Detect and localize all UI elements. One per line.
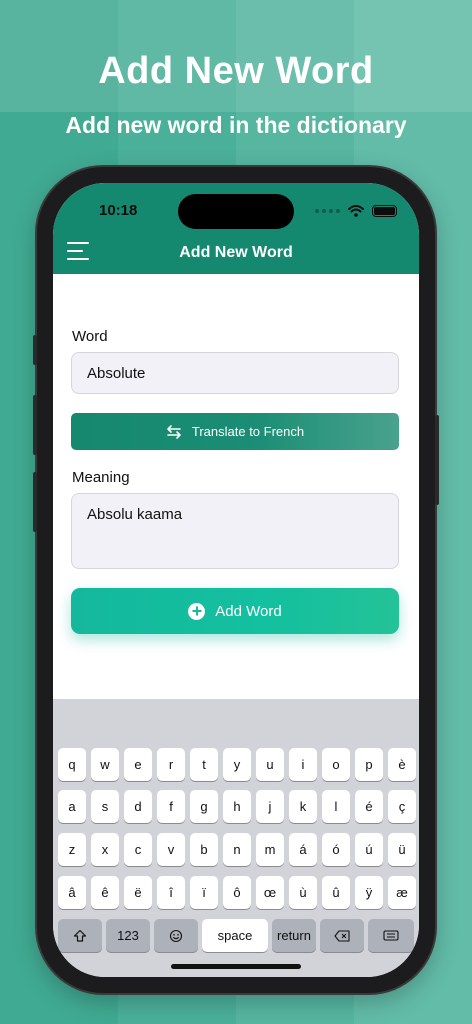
key[interactable]: ó — [322, 833, 350, 866]
add-word-button-label: Add Word — [215, 602, 282, 620]
key[interactable]: î — [157, 876, 185, 909]
add-word-button[interactable]: Add Word — [71, 588, 399, 634]
plus-circle-icon — [188, 602, 206, 620]
keyboard: q w e r t y u i o p è a s d f g h j k l … — [53, 699, 419, 977]
promo-title: Add New Word — [98, 50, 374, 92]
signal-icon — [315, 209, 340, 213]
delete-key[interactable] — [320, 919, 364, 952]
status-time: 10:18 — [99, 202, 138, 219]
status-indicators — [315, 205, 397, 217]
key[interactable]: ô — [223, 876, 251, 909]
return-key-label: return — [277, 928, 311, 943]
key[interactable]: œ — [256, 876, 284, 909]
key[interactable]: e — [124, 748, 152, 781]
phone-frame: 10:18 Add New Word Word Absolute Transla… — [33, 167, 439, 993]
key[interactable]: s — [91, 790, 119, 823]
hide-keyboard-key[interactable] — [368, 919, 414, 952]
home-indicator[interactable] — [171, 964, 301, 969]
key[interactable]: û — [322, 876, 350, 909]
key[interactable]: ú — [355, 833, 383, 866]
key[interactable]: c — [124, 833, 152, 866]
promo-subtitle: Add new word in the dictionary — [65, 112, 407, 138]
key[interactable]: q — [58, 748, 86, 781]
key[interactable]: ç — [388, 790, 416, 823]
space-key[interactable]: space — [202, 919, 268, 952]
key[interactable]: ù — [289, 876, 317, 909]
nav-title: Add New Word — [179, 244, 293, 261]
volume-down-button — [33, 472, 37, 532]
key[interactable]: è — [388, 748, 416, 781]
key[interactable]: o — [322, 748, 350, 781]
key[interactable]: ë — [124, 876, 152, 909]
key[interactable]: n — [223, 833, 251, 866]
key[interactable]: ÿ — [355, 876, 383, 909]
key[interactable]: j — [256, 790, 284, 823]
key[interactable]: r — [157, 748, 185, 781]
key[interactable]: m — [256, 833, 284, 866]
dynamic-island — [178, 194, 294, 229]
translate-button-label: Translate to French — [191, 424, 305, 439]
power-button — [435, 415, 439, 505]
numbers-key[interactable]: 123 — [106, 919, 150, 952]
key[interactable]: u — [256, 748, 284, 781]
key[interactable]: i — [289, 748, 317, 781]
return-key[interactable]: return — [272, 919, 316, 952]
word-label: Word — [72, 328, 108, 345]
key[interactable]: g — [190, 790, 218, 823]
key[interactable]: t — [190, 748, 218, 781]
key[interactable]: z — [58, 833, 86, 866]
app-header: 10:18 Add New Word — [53, 183, 419, 274]
word-input[interactable]: Absolute — [71, 352, 399, 394]
key[interactable]: x — [91, 833, 119, 866]
space-key-label: space — [217, 928, 253, 943]
battery-icon — [372, 205, 397, 217]
key[interactable]: y — [223, 748, 251, 781]
emoji-key[interactable] — [154, 919, 198, 952]
key[interactable]: h — [223, 790, 251, 823]
phone-screen: 10:18 Add New Word Word Absolute Transla… — [53, 183, 419, 977]
key[interactable]: æ — [388, 876, 416, 909]
key[interactable]: â — [58, 876, 86, 909]
shift-icon — [73, 929, 87, 942]
key[interactable]: ü — [388, 833, 416, 866]
translate-button[interactable]: Translate to French — [71, 413, 399, 450]
key[interactable]: ê — [91, 876, 119, 909]
key[interactable]: k — [289, 790, 317, 823]
meaning-textarea-value: Absolu kaama — [87, 506, 183, 523]
key[interactable]: b — [190, 833, 218, 866]
volume-up-button — [33, 395, 37, 455]
word-input-value: Absolute — [87, 365, 146, 382]
emoji-icon — [169, 929, 183, 942]
key[interactable]: ï — [190, 876, 218, 909]
key[interactable]: á — [289, 833, 317, 866]
keyboard-hide-icon — [383, 929, 399, 941]
key[interactable]: w — [91, 748, 119, 781]
key[interactable]: d — [124, 790, 152, 823]
backspace-icon — [334, 929, 350, 942]
key[interactable]: f — [157, 790, 185, 823]
shift-key[interactable] — [58, 919, 102, 952]
numbers-key-label: 123 — [117, 928, 139, 943]
key[interactable]: l — [322, 790, 350, 823]
key[interactable]: p — [355, 748, 383, 781]
meaning-textarea[interactable]: Absolu kaama — [71, 493, 399, 569]
key[interactable]: a — [58, 790, 86, 823]
key[interactable]: é — [355, 790, 383, 823]
meaning-label: Meaning — [72, 469, 130, 486]
key[interactable]: v — [157, 833, 185, 866]
wifi-icon — [348, 205, 364, 217]
action-button — [33, 335, 37, 365]
swap-arrows-icon — [167, 424, 181, 439]
